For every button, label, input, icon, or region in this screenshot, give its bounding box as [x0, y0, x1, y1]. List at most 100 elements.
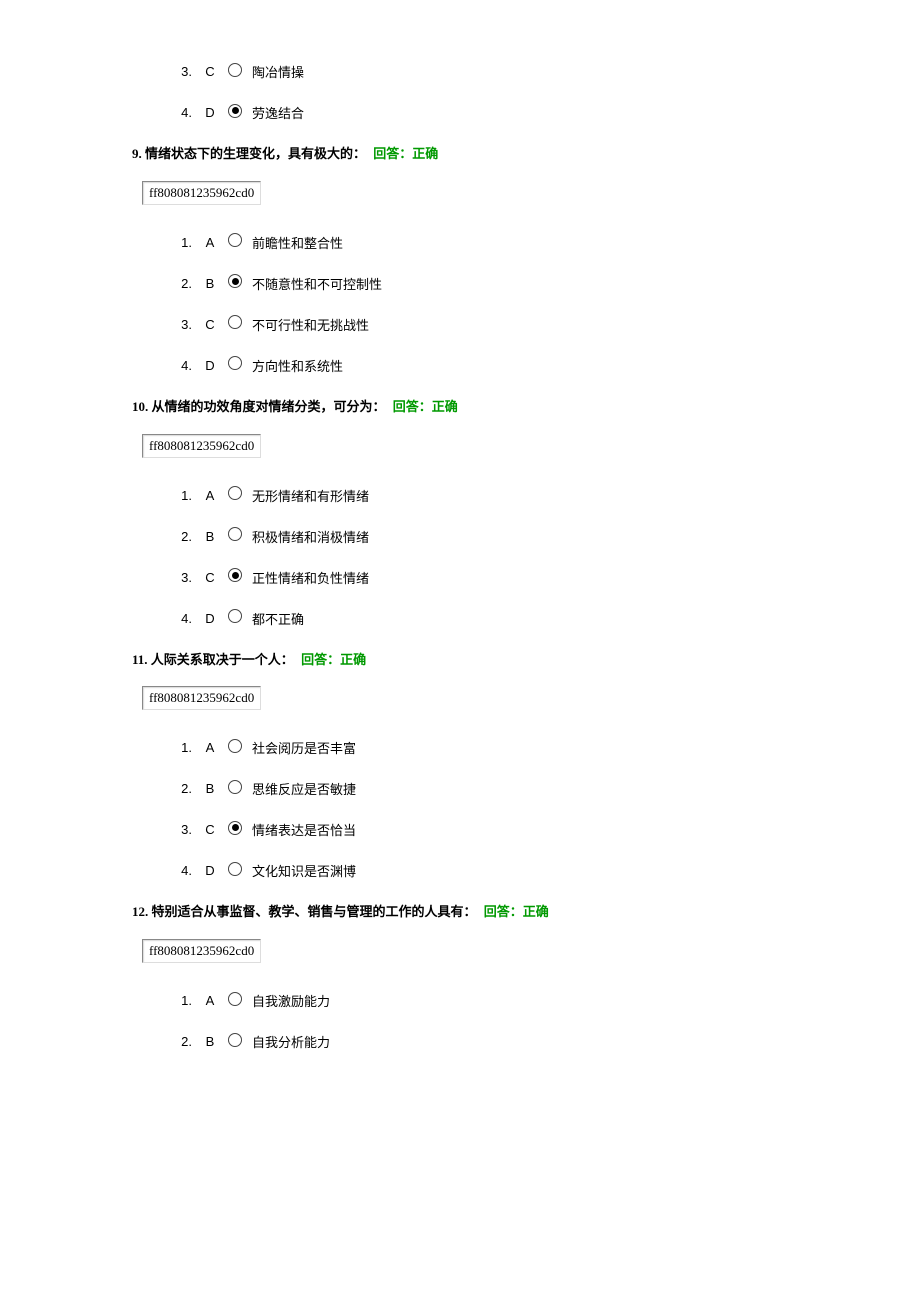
option-index: 1. — [172, 740, 192, 755]
list-item: 4. D 劳逸结合 — [172, 103, 880, 122]
list-item: 4. D 方向性和系统性 — [172, 356, 880, 375]
options-list: 1. A 前瞻性和整合性 2. B 不随意性和不可控制性 3. C 不可行性和无… — [172, 233, 880, 375]
list-item: 2. B 积极情绪和消极情绪 — [172, 527, 880, 546]
radio-icon[interactable] — [228, 356, 242, 370]
options-list: 1. A 自我激励能力 2. B 自我分析能力 — [172, 991, 880, 1051]
option-index: 4. — [172, 105, 192, 120]
radio-icon[interactable] — [228, 233, 242, 247]
option-text: 社会阅历是否丰富 — [252, 738, 356, 757]
feedback-label: 回答：正确 — [301, 652, 366, 667]
radio-icon[interactable] — [228, 739, 242, 753]
radio-icon[interactable] — [228, 862, 242, 876]
id-code-box: ff808081235962cd0 — [142, 434, 261, 458]
question-number: 12. — [132, 904, 148, 919]
option-text: 文化知识是否渊博 — [252, 861, 356, 880]
id-code-box: ff808081235962cd0 — [142, 686, 261, 710]
list-item: 1. A 社会阅历是否丰富 — [172, 738, 880, 757]
radio-icon[interactable] — [228, 609, 242, 623]
option-letter: B — [202, 781, 218, 796]
option-letter: C — [202, 64, 218, 79]
feedback-prefix: 回答： — [393, 399, 432, 414]
option-index: 3. — [172, 317, 192, 332]
option-letter: D — [202, 105, 218, 120]
list-item: 2. B 自我分析能力 — [172, 1032, 880, 1051]
option-letter: B — [202, 529, 218, 544]
radio-icon[interactable] — [228, 104, 242, 118]
list-item: 3. C 情绪表达是否恰当 — [172, 820, 880, 839]
question-stem: 12. 特别适合从事监督、教学、销售与管理的工作的人具有： 回答：正确 — [132, 902, 880, 923]
option-text: 无形情绪和有形情绪 — [252, 486, 369, 505]
question-text: 人际关系取决于一个人： — [151, 652, 294, 667]
option-index: 2. — [172, 529, 192, 544]
list-item: 3. C 陶冶情操 — [172, 62, 880, 81]
option-letter: C — [202, 822, 218, 837]
question-stem: 10. 从情绪的功效角度对情绪分类，可分为： 回答：正确 — [132, 397, 880, 418]
feedback-label: 回答：正确 — [393, 399, 458, 414]
list-item: 2. B 不随意性和不可控制性 — [172, 274, 880, 293]
list-item: 3. C 正性情绪和负性情绪 — [172, 568, 880, 587]
radio-icon[interactable] — [228, 527, 242, 541]
feedback-value: 正确 — [412, 146, 438, 161]
list-item: 4. D 都不正确 — [172, 609, 880, 628]
feedback-value: 正确 — [340, 652, 366, 667]
option-index: 2. — [172, 781, 192, 796]
option-letter: A — [202, 488, 218, 503]
question-number: 11. — [132, 652, 148, 667]
radio-icon[interactable] — [228, 568, 242, 582]
option-text: 情绪表达是否恰当 — [252, 820, 356, 839]
option-index: 2. — [172, 276, 192, 291]
option-text: 劳逸结合 — [252, 103, 304, 122]
option-index: 4. — [172, 863, 192, 878]
option-text: 陶冶情操 — [252, 62, 304, 81]
question-text: 从情绪的功效角度对情绪分类，可分为： — [152, 399, 386, 414]
option-index: 3. — [172, 64, 192, 79]
option-letter: B — [202, 276, 218, 291]
radio-icon[interactable] — [228, 780, 242, 794]
option-index: 3. — [172, 822, 192, 837]
question-text: 情绪状态下的生理变化，具有极大的： — [145, 146, 366, 161]
question-number: 10. — [132, 399, 148, 414]
radio-icon[interactable] — [228, 1033, 242, 1047]
question-stem: 9. 情绪状态下的生理变化，具有极大的： 回答：正确 — [132, 144, 880, 165]
option-index: 1. — [172, 488, 192, 503]
id-code-box: ff808081235962cd0 — [142, 181, 261, 205]
option-index: 3. — [172, 570, 192, 585]
radio-icon[interactable] — [228, 63, 242, 77]
option-letter: A — [202, 740, 218, 755]
option-letter: D — [202, 611, 218, 626]
option-letter: A — [202, 235, 218, 250]
list-item: 1. A 自我激励能力 — [172, 991, 880, 1010]
option-index: 1. — [172, 993, 192, 1008]
option-index: 1. — [172, 235, 192, 250]
feedback-value: 正确 — [523, 904, 549, 919]
list-item: 4. D 文化知识是否渊博 — [172, 861, 880, 880]
radio-icon[interactable] — [228, 315, 242, 329]
options-list: 1. A 社会阅历是否丰富 2. B 思维反应是否敏捷 3. C 情绪表达是否恰… — [172, 738, 880, 880]
question-stem: 11. 人际关系取决于一个人： 回答：正确 — [132, 650, 880, 671]
radio-icon[interactable] — [228, 486, 242, 500]
option-text: 正性情绪和负性情绪 — [252, 568, 369, 587]
options-list: 1. A 无形情绪和有形情绪 2. B 积极情绪和消极情绪 3. C 正性情绪和… — [172, 486, 880, 628]
id-code-box: ff808081235962cd0 — [142, 939, 261, 963]
feedback-prefix: 回答： — [373, 146, 412, 161]
option-letter: C — [202, 570, 218, 585]
option-letter: D — [202, 358, 218, 373]
option-letter: B — [202, 1034, 218, 1049]
radio-icon[interactable] — [228, 992, 242, 1006]
list-item: 3. C 不可行性和无挑战性 — [172, 315, 880, 334]
option-index: 4. — [172, 611, 192, 626]
option-text: 方向性和系统性 — [252, 356, 343, 375]
option-text: 不可行性和无挑战性 — [252, 315, 369, 334]
list-item: 1. A 前瞻性和整合性 — [172, 233, 880, 252]
option-text: 前瞻性和整合性 — [252, 233, 343, 252]
feedback-label: 回答：正确 — [484, 904, 549, 919]
feedback-prefix: 回答： — [484, 904, 523, 919]
option-letter: D — [202, 863, 218, 878]
option-letter: C — [202, 317, 218, 332]
radio-icon[interactable] — [228, 274, 242, 288]
radio-icon[interactable] — [228, 821, 242, 835]
option-text: 自我激励能力 — [252, 991, 330, 1010]
option-index: 2. — [172, 1034, 192, 1049]
list-item: 1. A 无形情绪和有形情绪 — [172, 486, 880, 505]
option-index: 4. — [172, 358, 192, 373]
